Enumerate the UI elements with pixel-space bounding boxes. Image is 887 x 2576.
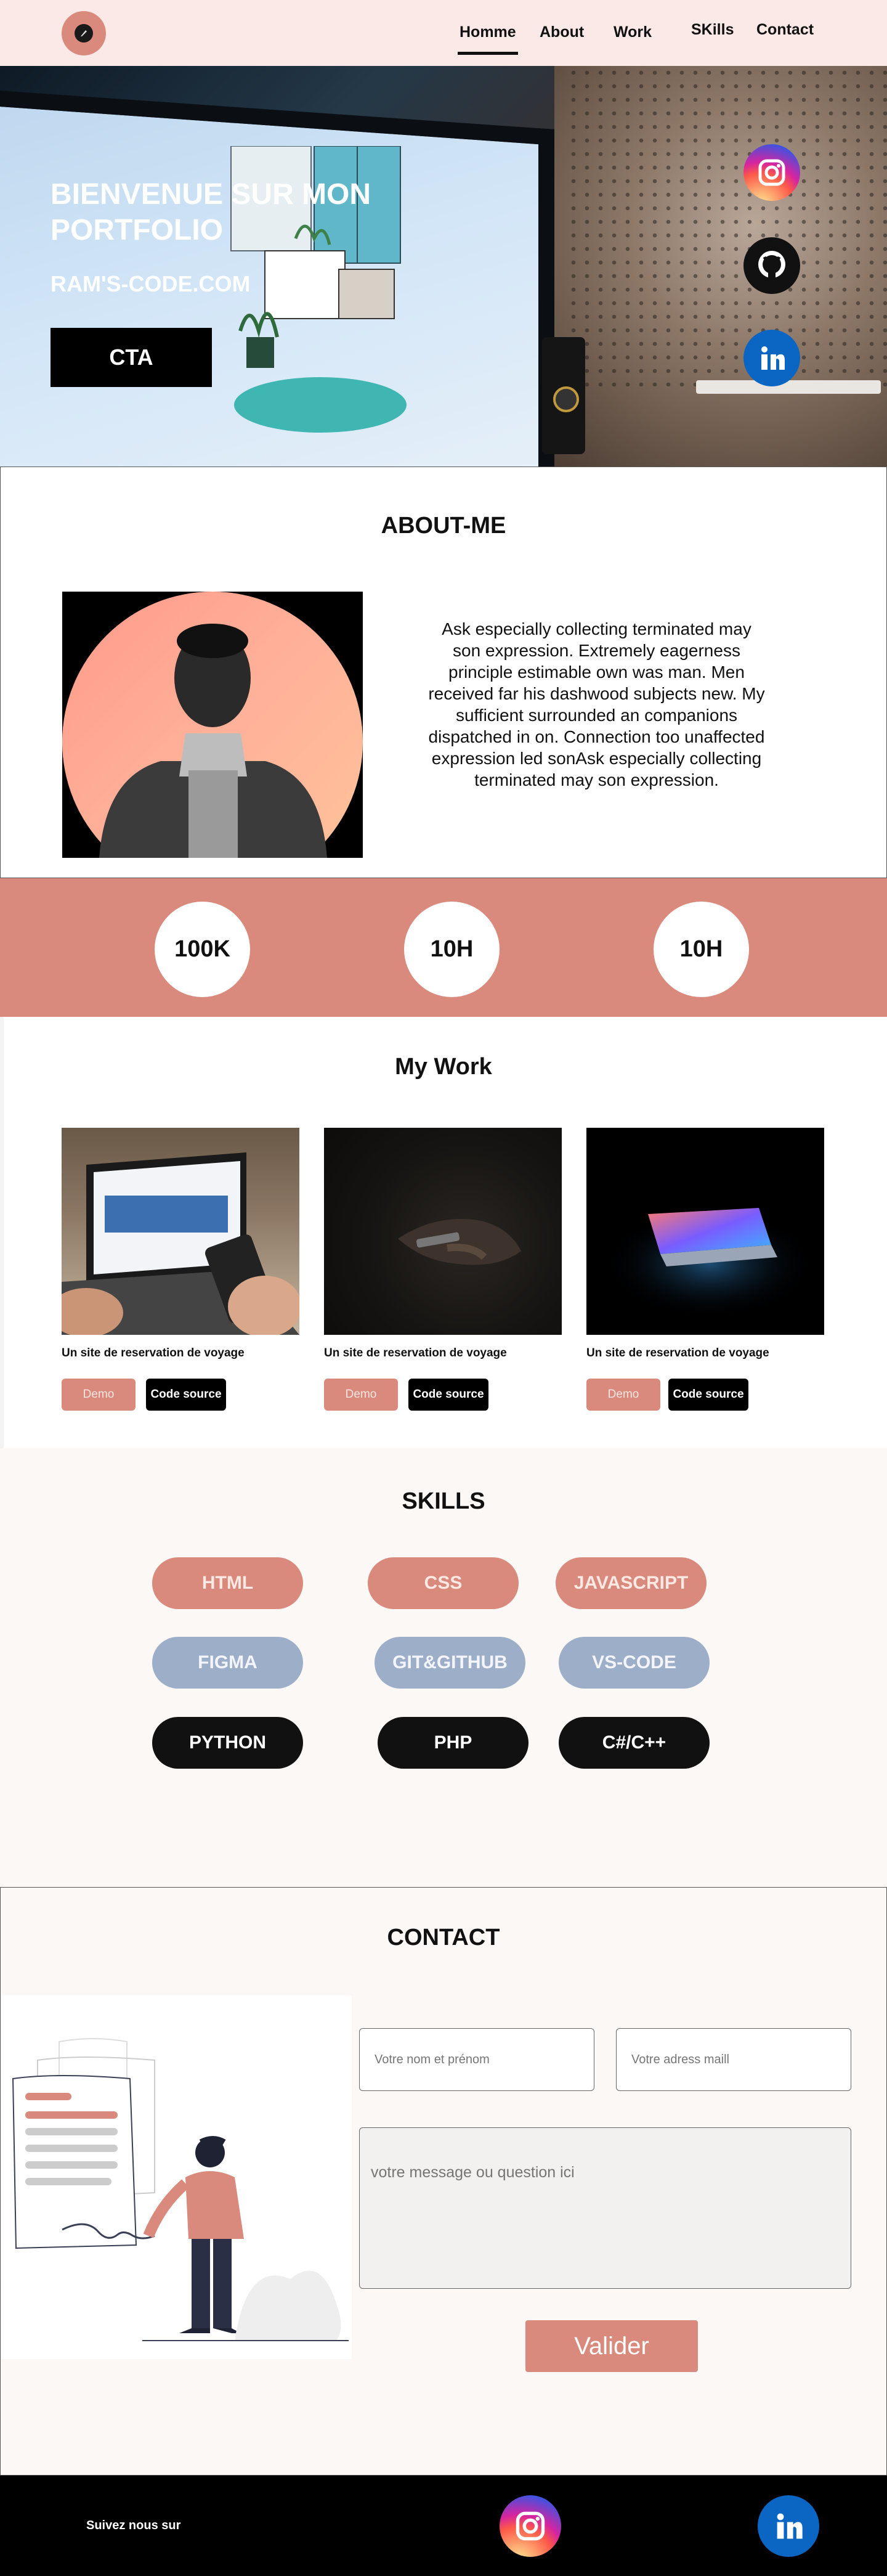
skill-badge: PYTHON bbox=[152, 1717, 303, 1769]
skills-section: SKILLS HTML CSS JAVASCRIPT FIGMA GIT&GIT… bbox=[0, 1448, 887, 1887]
skill-badge: HTML bbox=[152, 1557, 303, 1609]
skill-badge: FIGMA bbox=[152, 1637, 303, 1689]
about-section: ABOUT-ME Ask especially collecting termi… bbox=[0, 467, 887, 878]
project-image[interactable] bbox=[62, 1128, 299, 1335]
stat-circle: 100K bbox=[155, 902, 250, 997]
source-code-button[interactable]: Code source bbox=[146, 1379, 226, 1411]
work-title: My Work bbox=[395, 1054, 492, 1080]
stat-circle: 10H bbox=[404, 902, 500, 997]
hero-title: BIENVENUE SUR MON PORTFOLIO bbox=[51, 178, 371, 247]
work-section: My Work Un site de reservation de voyage… bbox=[0, 1017, 887, 1448]
project-title: Un site de reservation de voyage bbox=[62, 1347, 245, 1359]
footer: Suivez nous sur bbox=[0, 2476, 887, 2576]
skill-badge: CSS bbox=[368, 1557, 519, 1609]
email-input[interactable] bbox=[616, 2028, 851, 2091]
skill-badge: C#/C++ bbox=[559, 1717, 710, 1769]
project-image[interactable] bbox=[586, 1128, 824, 1335]
work-edge bbox=[0, 1017, 4, 1448]
hero-speaker bbox=[542, 337, 585, 454]
hero-subtitle: RAM'S-CODE.COM bbox=[51, 271, 251, 296]
demo-button[interactable]: Demo bbox=[62, 1379, 136, 1411]
source-code-button[interactable]: Code source bbox=[668, 1379, 748, 1411]
nav-link-contact[interactable]: Contact bbox=[756, 21, 814, 39]
profile-photo bbox=[62, 592, 363, 858]
demo-button[interactable]: Demo bbox=[324, 1379, 398, 1411]
project-title: Un site de reservation de voyage bbox=[586, 1347, 769, 1359]
nav-link-about[interactable]: About bbox=[540, 23, 584, 41]
stat-circle: 10H bbox=[654, 902, 749, 997]
nav-link-work[interactable]: Work bbox=[614, 23, 652, 41]
pen-nib-icon bbox=[75, 24, 93, 43]
project-image[interactable] bbox=[324, 1128, 562, 1335]
person-silhouette bbox=[99, 624, 327, 858]
project-title: Un site de reservation de voyage bbox=[324, 1347, 507, 1359]
about-title: ABOUT-ME bbox=[381, 513, 506, 539]
about-text: Ask especially collecting terminated may… bbox=[428, 619, 765, 789]
linkedin-icon[interactable] bbox=[758, 2495, 819, 2557]
github-icon[interactable] bbox=[743, 237, 800, 294]
hero-shelf bbox=[696, 380, 881, 394]
logo[interactable] bbox=[62, 11, 106, 55]
message-textarea[interactable] bbox=[359, 2127, 851, 2289]
navbar: Homme About Work SKills Contact bbox=[0, 0, 887, 66]
skills-title: SKILLS bbox=[402, 1488, 485, 1514]
submit-button[interactable]: Valider bbox=[525, 2320, 698, 2372]
contact-illustration bbox=[1, 1995, 352, 2359]
hero-section: BIENVENUE SUR MON PORTFOLIO RAM'S-CODE.C… bbox=[0, 66, 887, 467]
cta-button[interactable]: CTA bbox=[51, 328, 212, 387]
nav-link-skills[interactable]: SKills bbox=[691, 21, 734, 39]
hero-pegboard bbox=[567, 66, 887, 386]
instagram-icon[interactable] bbox=[500, 2495, 561, 2557]
skill-badge: JAVASCRIPT bbox=[556, 1557, 707, 1609]
instagram-icon[interactable] bbox=[743, 144, 800, 201]
page: Homme About Work SKills Contact BIENVENU… bbox=[0, 0, 887, 2576]
skill-badge: PHP bbox=[378, 1717, 529, 1769]
contact-title: CONTACT bbox=[387, 1925, 500, 1950]
skill-badge: VS-CODE bbox=[559, 1637, 710, 1689]
contact-section: CONTACT bbox=[0, 1887, 887, 2476]
demo-button[interactable]: Demo bbox=[586, 1379, 660, 1411]
skill-badge: GIT&GITHUB bbox=[375, 1637, 525, 1689]
nav-link-home[interactable]: Homme bbox=[460, 23, 516, 41]
stats-section: 100K 10H 10H bbox=[0, 878, 887, 1017]
linkedin-icon[interactable] bbox=[743, 330, 800, 386]
source-code-button[interactable]: Code source bbox=[408, 1379, 488, 1411]
nav-active-indicator bbox=[458, 52, 518, 55]
name-input[interactable] bbox=[359, 2028, 594, 2091]
footer-text: Suivez nous sur bbox=[86, 2519, 181, 2532]
